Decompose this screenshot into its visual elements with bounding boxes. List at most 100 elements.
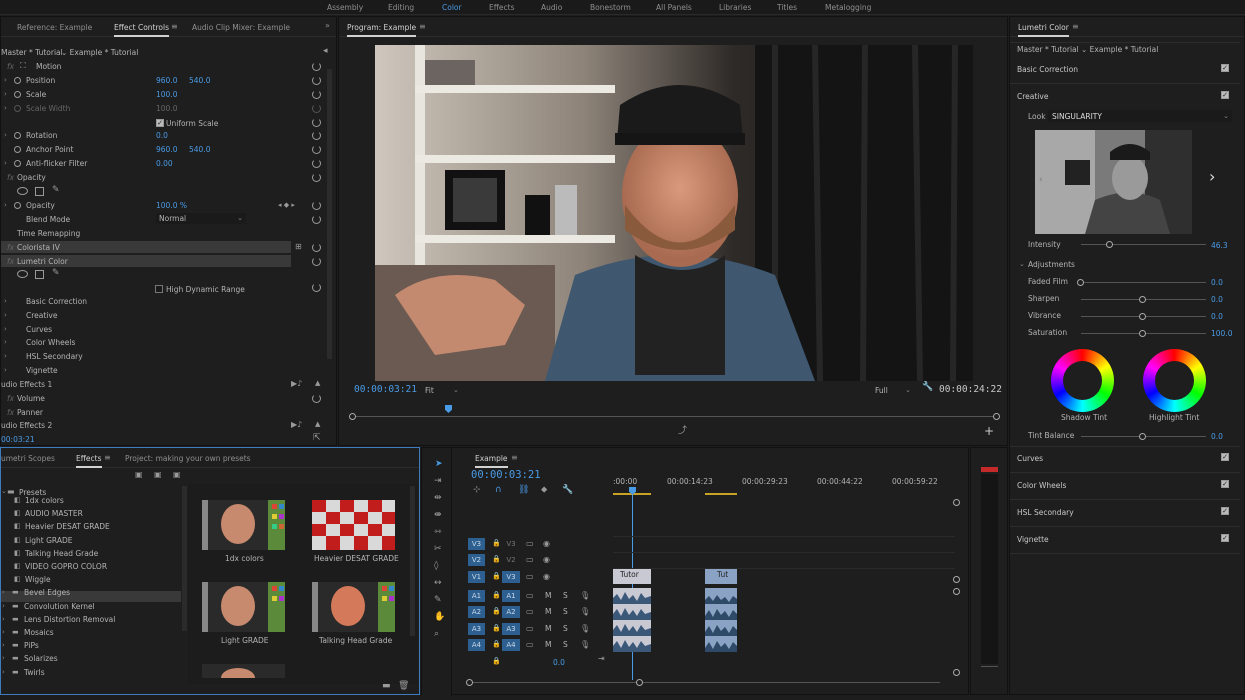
source-patch-v3[interactable]: V3 <box>468 538 485 550</box>
sequence-clip-label[interactable]: ⌄ Example * Tutorial <box>61 48 138 57</box>
add-button-icon[interactable]: + <box>984 425 994 437</box>
reset-icon[interactable] <box>312 62 321 71</box>
color-wheels-item[interactable]: Color Wheels <box>26 338 75 347</box>
basic-correction-section[interactable]: Basic Correction <box>1017 65 1078 74</box>
shadow-tint-wheel[interactable] <box>1051 349 1114 412</box>
thumbnail-light-grade[interactable] <box>202 582 285 632</box>
collapse-up-icon[interactable]: ▲ <box>315 420 320 429</box>
effect-folder[interactable]: › ▬ Solarizes <box>0 653 180 665</box>
mute-button[interactable]: M <box>545 624 551 633</box>
mute-button[interactable]: M <box>545 591 551 600</box>
rate-stretch-tool-icon[interactable]: ⇿ <box>434 528 442 537</box>
video-frame[interactable] <box>375 45 973 381</box>
reset-icon[interactable] <box>312 118 321 127</box>
time-ruler[interactable]: :00:00 00:00:14:23 00:00:29:23 00:00:44:… <box>613 476 955 496</box>
saturation-handle[interactable] <box>1139 330 1146 337</box>
track-target-v1[interactable]: V3 <box>502 571 520 583</box>
rectangle-mask-icon[interactable] <box>35 270 44 279</box>
slide-tool-icon[interactable]: ↔ <box>434 579 442 588</box>
faded-film-slider[interactable] <box>1081 282 1206 283</box>
vignette-section[interactable]: Vignette <box>1017 535 1049 544</box>
preset-item[interactable]: ◧ AUDIO MASTER <box>0 508 180 520</box>
chevron-right-icon[interactable]: › <box>4 131 7 139</box>
chevron-right-icon[interactable]: › <box>2 602 5 610</box>
workspace-editing[interactable]: Editing <box>388 3 414 12</box>
chevron-right-icon[interactable]: › <box>2 641 5 649</box>
audio-clip[interactable] <box>613 588 651 652</box>
preset-item[interactable]: ◧ Talking Head Grade <box>0 548 180 560</box>
lock-icon[interactable]: 🔒 <box>492 555 501 564</box>
resolution-dropdown[interactable]: Full ⌄ <box>873 384 915 396</box>
stopwatch-icon[interactable] <box>14 91 21 98</box>
effect-folder[interactable]: › ▬ Bevel Edges <box>0 587 180 599</box>
panel-overflow-icon[interactable]: » <box>325 21 330 30</box>
chevron-right-icon[interactable]: › <box>2 615 5 623</box>
solo-button[interactable]: S <box>563 640 568 649</box>
pen-mask-icon[interactable]: ✎ <box>52 186 60 195</box>
ripple-edit-tool-icon[interactable]: ⇹ <box>434 494 442 503</box>
curves-item[interactable]: Curves <box>26 325 52 334</box>
reset-icon[interactable] <box>312 215 321 224</box>
effect-options-icon[interactable]: ⊞ <box>295 242 302 251</box>
zoom-handle-left[interactable] <box>466 679 473 686</box>
mic-icon[interactable]: 🎙 <box>580 624 590 633</box>
zoom-tool-icon[interactable]: ⌕ <box>434 630 439 639</box>
look-dropdown[interactable]: SINGULARITY ⌄ <box>1048 110 1232 122</box>
eye-icon[interactable]: ◉ <box>543 572 550 581</box>
lock-icon[interactable]: 🔒 <box>492 591 501 600</box>
thumbnail-talking-head[interactable] <box>312 582 395 632</box>
lock-icon[interactable]: 🔒 <box>492 607 501 616</box>
scale-value[interactable]: 100.0 <box>156 90 177 99</box>
reset-icon[interactable] <box>312 145 321 154</box>
vibrance-handle[interactable] <box>1139 313 1146 320</box>
preset-item[interactable]: ◧ Wiggle <box>0 574 180 586</box>
hsl-secondary-checkbox[interactable]: ✓ <box>1221 507 1229 515</box>
sync-lock-icon[interactable]: ▭ <box>526 572 534 581</box>
vignette-checkbox[interactable]: ✓ <box>1221 534 1229 542</box>
effect-folder[interactable]: › ▬ Mosaics <box>0 627 180 639</box>
track-target-a3[interactable]: A3 <box>502 623 520 635</box>
out-handle[interactable] <box>993 413 1000 420</box>
export-frame-icon[interactable]: ⤴ <box>678 427 687 436</box>
source-patch-a4[interactable]: A4 <box>468 639 485 651</box>
timeline-timecode[interactable]: 00:00:03:21 <box>471 469 541 481</box>
audio-effect-icon[interactable]: ▶♪ <box>291 379 302 388</box>
basic-correction-checkbox[interactable]: ✓ <box>1221 64 1229 72</box>
workspace-color[interactable]: Color <box>442 3 462 12</box>
tint-balance-handle[interactable] <box>1139 433 1146 440</box>
zoom-handle-right[interactable] <box>636 679 643 686</box>
wrench-icon[interactable]: 🔧 <box>922 383 933 392</box>
track-target-v2[interactable]: V2 <box>502 554 520 566</box>
snap-icon[interactable]: ∩ <box>495 486 502 495</box>
hdr-checkbox[interactable] <box>155 285 163 293</box>
vertical-zoom-handle[interactable] <box>953 669 960 676</box>
new-folder-icon[interactable]: ▬ <box>382 682 391 691</box>
stopwatch-icon[interactable] <box>14 202 21 209</box>
workspace-metalogging[interactable]: Metalogging <box>825 3 871 12</box>
panel-menu-icon[interactable]: ≡ <box>104 453 111 462</box>
rectangle-mask-icon[interactable] <box>35 187 44 196</box>
slip-tool-icon[interactable]: ◊ <box>434 562 438 571</box>
ellipse-mask-icon[interactable] <box>17 187 28 195</box>
tab-sequence[interactable]: Example <box>475 454 508 468</box>
rotation-value[interactable]: 0.0 <box>156 131 168 140</box>
yuv-effects-icon[interactable]: ▣ <box>173 470 181 479</box>
stopwatch-icon[interactable] <box>14 77 21 84</box>
panel-menu-icon[interactable]: ≡ <box>419 22 426 31</box>
basic-correction-item[interactable]: Basic Correction <box>26 297 87 306</box>
eye-icon[interactable]: ◉ <box>543 539 550 548</box>
source-patch-a1[interactable]: A1 <box>468 590 485 602</box>
sync-lock-icon[interactable]: ▭ <box>526 624 534 633</box>
chevron-right-icon[interactable]: › <box>4 159 7 167</box>
solo-button[interactable]: S <box>563 591 568 600</box>
chevron-right-icon[interactable]: › <box>2 628 5 636</box>
vertical-zoom-handle[interactable] <box>953 499 960 506</box>
zoom-dropdown[interactable]: Fit ⌄ <box>423 384 463 396</box>
tint-balance-value[interactable]: 0.0 <box>1211 432 1223 441</box>
source-patch-a3[interactable]: A3 <box>468 623 485 635</box>
nest-toggle-icon[interactable]: ⊹ <box>473 486 481 495</box>
timeline-zoom-scrollbar[interactable] <box>470 682 940 683</box>
next-look-icon[interactable]: › <box>1209 169 1215 185</box>
hand-tool-icon[interactable]: ✋ <box>434 613 445 622</box>
mute-button[interactable]: M <box>545 640 551 649</box>
